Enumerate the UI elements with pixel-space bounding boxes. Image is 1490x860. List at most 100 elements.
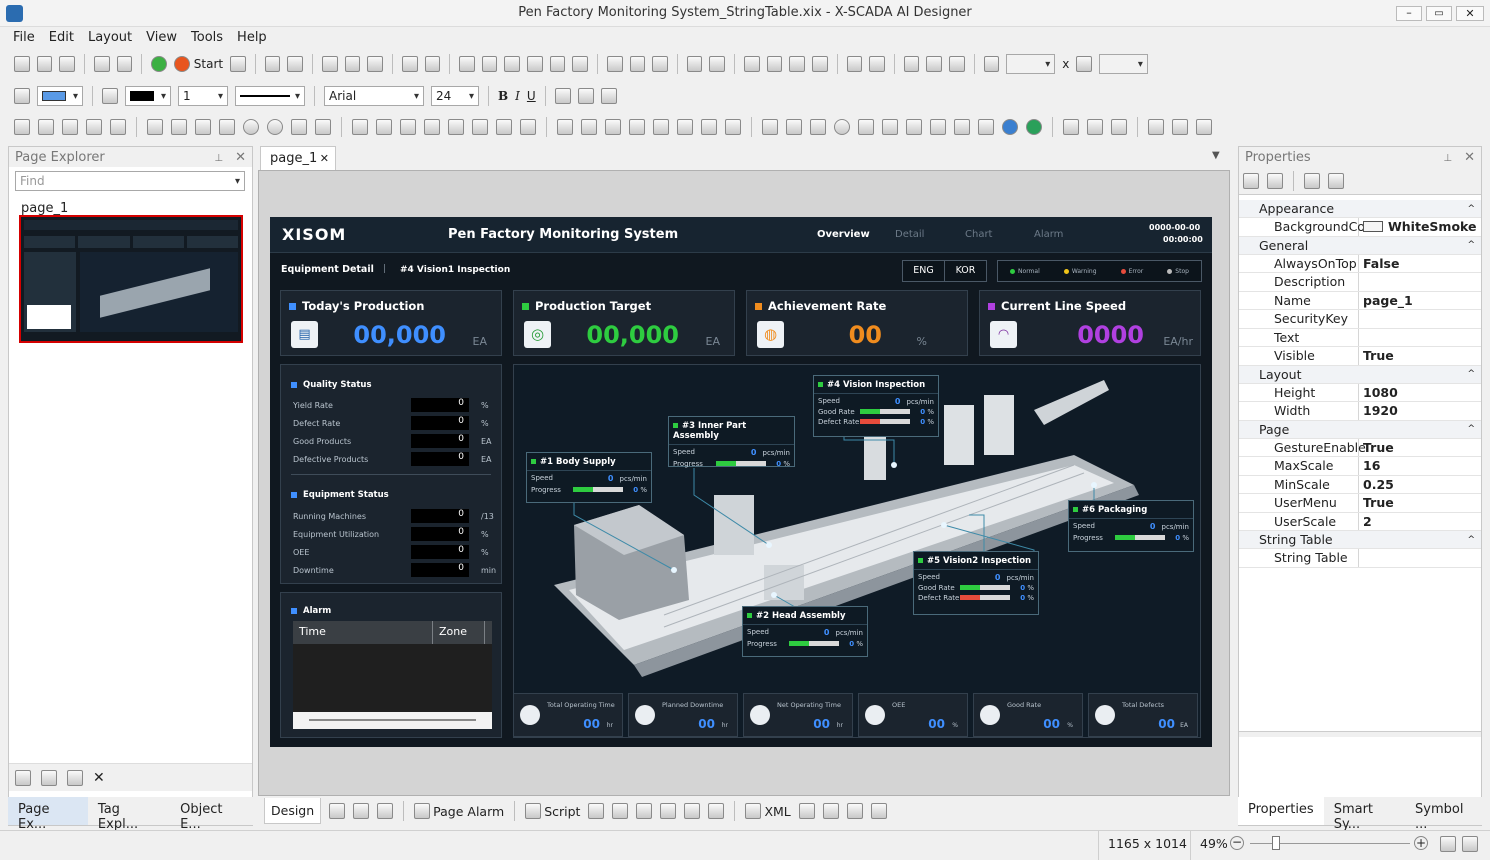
building-tool-icon[interactable] [557,119,573,135]
frame-tool-icon[interactable] [906,119,922,135]
property-row[interactable]: Visible True [1239,347,1481,366]
trend-tool-icon[interactable] [424,119,440,135]
pentagon-tool-icon[interactable] [195,119,211,135]
station-vision-inspection[interactable]: #4 Vision Inspection Speed 0 pcs/min Good … [813,375,939,437]
tab-symbol-library[interactable]: Symbol ... [1405,797,1482,832]
tab-page-alarm[interactable]: Page Alarm [414,803,504,819]
group-icon[interactable] [401,56,418,72]
property-row[interactable]: Name page_1 [1239,291,1481,310]
tab-design[interactable]: Design [264,798,322,824]
close-button[interactable]: ✕ [1456,6,1484,21]
pie-tool-icon[interactable] [315,119,331,135]
lang-eng[interactable]: ENG [903,261,945,281]
width-input[interactable] [1006,54,1056,74]
qr-tool-icon[interactable] [376,119,392,135]
open-xml-icon[interactable] [798,803,815,819]
category-general[interactable]: General ^ [1239,236,1481,255]
pie-chart-tool-icon[interactable] [496,119,512,135]
category-appearance[interactable]: Appearance ^ [1239,200,1481,218]
redo-icon[interactable] [287,56,303,72]
find-input[interactable]: Find [15,171,245,191]
tab-properties[interactable]: Properties [1238,797,1324,825]
new-page-icon[interactable] [41,769,57,786]
rectangle-tool-icon[interactable] [171,119,187,135]
zoom-in-button[interactable]: + [1414,836,1428,850]
maximize-button[interactable]: ▭ [1426,6,1452,21]
property-row[interactable]: Width 1920 [1239,402,1481,421]
nav-overview[interactable]: Overview [817,229,870,240]
delete-page-icon[interactable]: ✕ [93,770,105,786]
line-tool-icon[interactable] [14,119,30,135]
categorized-icon[interactable] [1243,172,1259,189]
fit-page-icon[interactable] [1440,836,1456,852]
undo-icon[interactable] [264,56,281,72]
property-row[interactable]: Text [1239,328,1481,347]
font-size-select[interactable]: 24 [431,86,479,106]
tab-script[interactable]: Script [525,803,580,819]
check-icon[interactable] [151,56,167,72]
checkbox-tool-icon[interactable] [810,119,826,135]
column-time[interactable]: Time [293,621,433,644]
text-align-center-icon[interactable] [577,88,594,104]
ellipse-tool-icon[interactable] [267,119,283,135]
camera-tool-icon[interactable] [930,119,946,135]
align-top-icon[interactable] [527,56,543,72]
text-align-right-icon[interactable] [600,88,617,104]
warning-tool-icon[interactable] [520,119,536,135]
meter-tool-icon[interactable] [653,119,669,135]
property-row[interactable]: String Table [1239,549,1481,568]
close-panel-icon[interactable]: ✕ [235,150,246,165]
menu-help[interactable]: Help [230,27,274,49]
space-horizontal-icon[interactable] [686,56,703,72]
align-left-icon[interactable] [459,56,475,72]
minimize-button[interactable]: – [1396,6,1422,21]
radio-tool-icon[interactable] [834,119,850,135]
property-row[interactable]: GestureEnable True [1239,438,1481,457]
menu-edit[interactable]: Edit [42,27,81,49]
export-script-icon[interactable] [612,803,629,819]
image-icon[interactable] [377,803,394,819]
rotate-free-icon[interactable] [949,56,965,72]
lang-kor[interactable]: KOR [945,261,986,281]
menu-view[interactable]: View [139,27,184,49]
station-head-assembly[interactable]: #2 Head Assembly Speed 0 pcs/min Progress … [742,606,868,657]
polyline-tool-icon[interactable] [38,119,54,135]
tab-page-explorer[interactable]: Page Ex... [8,797,88,832]
property-row[interactable]: Height 1080 [1239,383,1481,402]
zoom-out-icon[interactable] [708,803,725,819]
rotate-left-icon[interactable] [903,56,920,72]
flip-horizontal-icon[interactable] [846,56,863,72]
property-row[interactable]: Description [1239,273,1481,292]
rotate-right-icon[interactable] [926,56,943,72]
close-panel-icon[interactable]: ✕ [1464,150,1475,165]
category-page[interactable]: Page ^ [1239,420,1481,439]
line-style-select[interactable] [235,86,305,106]
tab-tag-explorer[interactable]: Tag Expl... [88,797,170,832]
script-list-icon[interactable] [636,803,653,819]
copy-icon[interactable] [344,56,361,72]
text-align-left-icon[interactable] [554,88,571,104]
audio-tool-icon[interactable] [400,119,416,135]
curve-tool-icon[interactable] [62,119,78,135]
same-height-icon[interactable] [629,56,646,72]
cut-icon[interactable] [321,56,338,72]
panel-tool-icon[interactable] [581,119,597,135]
category-layout[interactable]: Layout ^ [1239,365,1481,384]
page-tool-icon[interactable] [1087,119,1103,135]
zoom-out-button[interactable]: − [1230,836,1244,850]
circle-tool-icon[interactable] [243,119,259,135]
align-right-icon[interactable] [504,56,521,72]
events-icon[interactable] [1328,172,1344,189]
same-size-icon[interactable] [652,56,668,72]
polygon-tool-icon[interactable] [291,119,307,135]
nav-chart[interactable]: Chart [965,229,992,240]
scada-page[interactable]: XISOM Pen Factory Monitoring System Over… [270,217,1212,747]
properties-view-icon[interactable] [1304,172,1320,189]
new-file-icon[interactable] [14,56,30,72]
property-row[interactable]: AlwaysOnTop False [1239,254,1481,273]
eraser-icon[interactable] [353,803,370,819]
page-thumbnail[interactable] [19,215,243,343]
paste-icon[interactable] [367,56,383,72]
image-tool-icon[interactable] [352,119,368,135]
tab-list-chevron-down-icon[interactable]: ▼ [1212,150,1220,161]
